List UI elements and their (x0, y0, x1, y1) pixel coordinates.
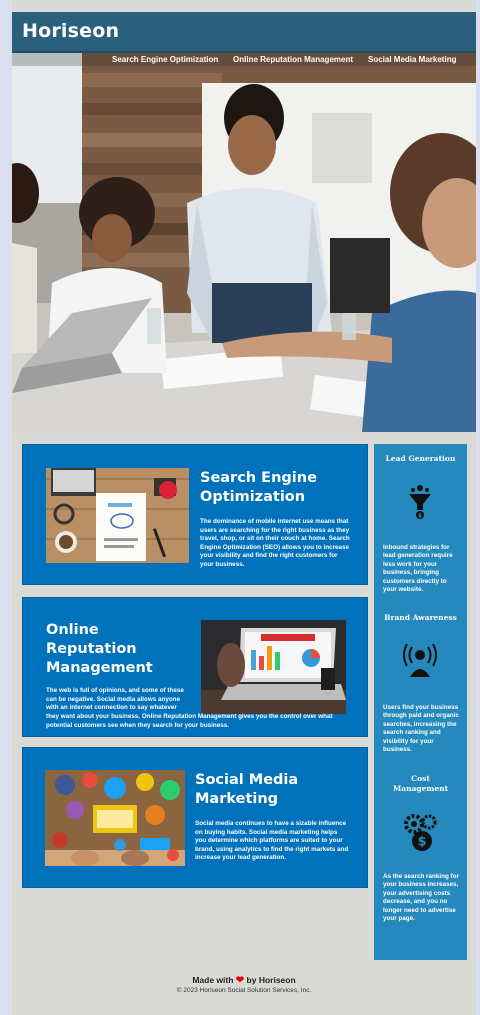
reputation-section: Online Reputation Management The web is fu… (22, 597, 368, 737)
social-section: Social Media Marketing Social media conti… (22, 747, 368, 888)
reputation-image (201, 620, 346, 714)
social-title: Social Media Marketing (195, 772, 299, 807)
site-header: Horiseon (12, 12, 476, 53)
benefit-text: As the search ranking for your business … (383, 873, 459, 923)
benefit-text: Inbound strategies for lead generation r… (383, 544, 453, 594)
hero-image (12, 53, 476, 432)
seo-title: Search Engine Optimization (200, 470, 317, 505)
benefits-sidebar: Lead Generation $ Inbound strategies for… (374, 444, 467, 960)
site-footer: Made with ❤ by Horiseon © 2023 Horiseon … (12, 975, 476, 995)
made-with-suffix: by Horiseon (246, 975, 296, 985)
page: Horiseon Search Engine Optimization Onli… (12, 0, 476, 1015)
nav-link-reputation[interactable]: Online Reputation Management (233, 53, 353, 66)
gears-dollar-icon: $ (402, 812, 440, 854)
heart-icon: ❤ (235, 975, 245, 986)
made-with-line: Made with ❤ by Horiseon (12, 975, 476, 986)
seo-image (46, 468, 189, 563)
seo-text: The dominance of mobile internet use mea… (200, 518, 350, 568)
benefit-title: Cost Management (392, 774, 449, 793)
benefit-title: Lead Generation (385, 454, 456, 463)
nav-link-seo[interactable]: Search Engine Optimization (112, 53, 218, 66)
seo-section: Search Engine Optimization The dominance … (22, 444, 368, 585)
social-image (45, 770, 185, 866)
made-with-prefix: Made with (192, 975, 234, 985)
reputation-title: Online Reputation Management (46, 622, 153, 676)
broadcast-person-icon (402, 641, 438, 681)
social-text: Social media continues to have a sizable… (195, 820, 349, 862)
copyright: © 2023 Horiseon Social Solution Services… (176, 987, 312, 994)
svg-text:$: $ (418, 513, 422, 520)
reputation-text-a: The web is full of opinions, and some of… (46, 687, 184, 712)
main-nav: Search Engine Optimization Online Reputa… (12, 53, 476, 66)
benefit-text: Users find your business through paid an… (383, 704, 459, 754)
nav-link-social[interactable]: Social Media Marketing (368, 53, 456, 66)
benefit-title: Brand Awareness (384, 613, 457, 622)
lead-funnel-icon: $ (402, 482, 438, 522)
reputation-text-b: they want about your business. Online Re… (46, 713, 333, 729)
hero-photo (12, 53, 476, 432)
svg-text:$: $ (417, 835, 426, 850)
site-logo[interactable]: Horiseon (22, 20, 119, 42)
